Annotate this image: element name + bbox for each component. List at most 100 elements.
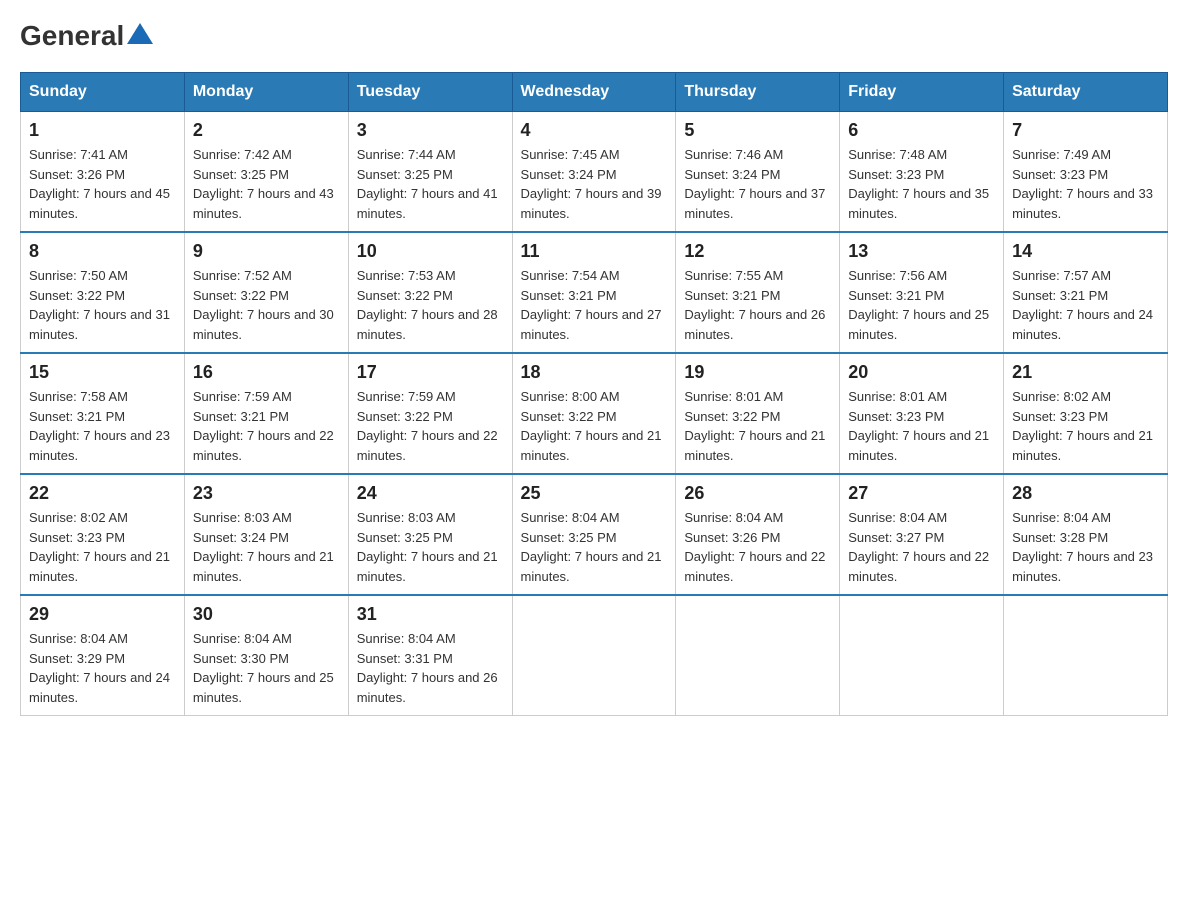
table-row: 8 Sunrise: 7:50 AMSunset: 3:22 PMDayligh… <box>21 232 185 353</box>
calendar-week-row: 29 Sunrise: 8:04 AMSunset: 3:29 PMDaylig… <box>21 595 1168 716</box>
header-thursday: Thursday <box>676 73 840 112</box>
header: General <box>20 20 1168 52</box>
day-info: Sunrise: 7:50 AMSunset: 3:22 PMDaylight:… <box>29 266 176 344</box>
table-row: 13 Sunrise: 7:56 AMSunset: 3:21 PMDaylig… <box>840 232 1004 353</box>
table-row: 1 Sunrise: 7:41 AMSunset: 3:26 PMDayligh… <box>21 112 185 233</box>
header-sunday: Sunday <box>21 73 185 112</box>
day-info: Sunrise: 7:59 AMSunset: 3:21 PMDaylight:… <box>193 387 340 465</box>
day-info: Sunrise: 7:53 AMSunset: 3:22 PMDaylight:… <box>357 266 504 344</box>
day-number: 21 <box>1012 362 1159 383</box>
day-number: 2 <box>193 120 340 141</box>
day-number: 30 <box>193 604 340 625</box>
table-row: 19 Sunrise: 8:01 AMSunset: 3:22 PMDaylig… <box>676 353 840 474</box>
table-row: 6 Sunrise: 7:48 AMSunset: 3:23 PMDayligh… <box>840 112 1004 233</box>
logo-triangle-icon <box>127 23 153 44</box>
day-number: 3 <box>357 120 504 141</box>
table-row: 3 Sunrise: 7:44 AMSunset: 3:25 PMDayligh… <box>348 112 512 233</box>
day-number: 6 <box>848 120 995 141</box>
day-number: 26 <box>684 483 831 504</box>
day-info: Sunrise: 7:48 AMSunset: 3:23 PMDaylight:… <box>848 145 995 223</box>
table-row: 29 Sunrise: 8:04 AMSunset: 3:29 PMDaylig… <box>21 595 185 716</box>
day-info: Sunrise: 8:01 AMSunset: 3:23 PMDaylight:… <box>848 387 995 465</box>
day-info: Sunrise: 7:54 AMSunset: 3:21 PMDaylight:… <box>521 266 668 344</box>
day-number: 29 <box>29 604 176 625</box>
day-number: 19 <box>684 362 831 383</box>
table-row: 12 Sunrise: 7:55 AMSunset: 3:21 PMDaylig… <box>676 232 840 353</box>
day-info: Sunrise: 7:55 AMSunset: 3:21 PMDaylight:… <box>684 266 831 344</box>
calendar-week-row: 22 Sunrise: 8:02 AMSunset: 3:23 PMDaylig… <box>21 474 1168 595</box>
table-row: 9 Sunrise: 7:52 AMSunset: 3:22 PMDayligh… <box>184 232 348 353</box>
table-row: 7 Sunrise: 7:49 AMSunset: 3:23 PMDayligh… <box>1004 112 1168 233</box>
calendar-week-row: 8 Sunrise: 7:50 AMSunset: 3:22 PMDayligh… <box>21 232 1168 353</box>
day-number: 22 <box>29 483 176 504</box>
day-info: Sunrise: 8:00 AMSunset: 3:22 PMDaylight:… <box>521 387 668 465</box>
calendar-week-row: 1 Sunrise: 7:41 AMSunset: 3:26 PMDayligh… <box>21 112 1168 233</box>
day-info: Sunrise: 7:46 AMSunset: 3:24 PMDaylight:… <box>684 145 831 223</box>
day-number: 24 <box>357 483 504 504</box>
day-info: Sunrise: 8:04 AMSunset: 3:29 PMDaylight:… <box>29 629 176 707</box>
day-number: 15 <box>29 362 176 383</box>
day-number: 12 <box>684 241 831 262</box>
table-row: 2 Sunrise: 7:42 AMSunset: 3:25 PMDayligh… <box>184 112 348 233</box>
day-number: 18 <box>521 362 668 383</box>
day-info: Sunrise: 8:04 AMSunset: 3:27 PMDaylight:… <box>848 508 995 586</box>
table-row <box>512 595 676 716</box>
logo-general-text: General <box>20 20 124 52</box>
day-number: 23 <box>193 483 340 504</box>
day-number: 27 <box>848 483 995 504</box>
day-info: Sunrise: 8:03 AMSunset: 3:25 PMDaylight:… <box>357 508 504 586</box>
table-row: 21 Sunrise: 8:02 AMSunset: 3:23 PMDaylig… <box>1004 353 1168 474</box>
day-info: Sunrise: 7:56 AMSunset: 3:21 PMDaylight:… <box>848 266 995 344</box>
table-row: 24 Sunrise: 8:03 AMSunset: 3:25 PMDaylig… <box>348 474 512 595</box>
table-row: 16 Sunrise: 7:59 AMSunset: 3:21 PMDaylig… <box>184 353 348 474</box>
table-row: 17 Sunrise: 7:59 AMSunset: 3:22 PMDaylig… <box>348 353 512 474</box>
day-number: 9 <box>193 241 340 262</box>
day-number: 17 <box>357 362 504 383</box>
header-monday: Monday <box>184 73 348 112</box>
day-info: Sunrise: 7:52 AMSunset: 3:22 PMDaylight:… <box>193 266 340 344</box>
day-number: 13 <box>848 241 995 262</box>
day-number: 8 <box>29 241 176 262</box>
day-info: Sunrise: 8:04 AMSunset: 3:28 PMDaylight:… <box>1012 508 1159 586</box>
table-row: 31 Sunrise: 8:04 AMSunset: 3:31 PMDaylig… <box>348 595 512 716</box>
logo: General <box>20 20 153 52</box>
table-row: 28 Sunrise: 8:04 AMSunset: 3:28 PMDaylig… <box>1004 474 1168 595</box>
table-row: 14 Sunrise: 7:57 AMSunset: 3:21 PMDaylig… <box>1004 232 1168 353</box>
table-row: 25 Sunrise: 8:04 AMSunset: 3:25 PMDaylig… <box>512 474 676 595</box>
table-row: 23 Sunrise: 8:03 AMSunset: 3:24 PMDaylig… <box>184 474 348 595</box>
table-row: 18 Sunrise: 8:00 AMSunset: 3:22 PMDaylig… <box>512 353 676 474</box>
day-number: 7 <box>1012 120 1159 141</box>
day-number: 10 <box>357 241 504 262</box>
day-info: Sunrise: 8:01 AMSunset: 3:22 PMDaylight:… <box>684 387 831 465</box>
day-info: Sunrise: 7:45 AMSunset: 3:24 PMDaylight:… <box>521 145 668 223</box>
table-row: 27 Sunrise: 8:04 AMSunset: 3:27 PMDaylig… <box>840 474 1004 595</box>
day-info: Sunrise: 7:59 AMSunset: 3:22 PMDaylight:… <box>357 387 504 465</box>
day-number: 28 <box>1012 483 1159 504</box>
day-info: Sunrise: 8:02 AMSunset: 3:23 PMDaylight:… <box>29 508 176 586</box>
day-number: 20 <box>848 362 995 383</box>
day-number: 31 <box>357 604 504 625</box>
table-row: 22 Sunrise: 8:02 AMSunset: 3:23 PMDaylig… <box>21 474 185 595</box>
table-row: 26 Sunrise: 8:04 AMSunset: 3:26 PMDaylig… <box>676 474 840 595</box>
day-info: Sunrise: 8:03 AMSunset: 3:24 PMDaylight:… <box>193 508 340 586</box>
table-row: 5 Sunrise: 7:46 AMSunset: 3:24 PMDayligh… <box>676 112 840 233</box>
table-row: 10 Sunrise: 7:53 AMSunset: 3:22 PMDaylig… <box>348 232 512 353</box>
table-row: 20 Sunrise: 8:01 AMSunset: 3:23 PMDaylig… <box>840 353 1004 474</box>
day-info: Sunrise: 7:49 AMSunset: 3:23 PMDaylight:… <box>1012 145 1159 223</box>
table-row <box>1004 595 1168 716</box>
day-info: Sunrise: 8:04 AMSunset: 3:30 PMDaylight:… <box>193 629 340 707</box>
day-info: Sunrise: 8:02 AMSunset: 3:23 PMDaylight:… <box>1012 387 1159 465</box>
day-number: 1 <box>29 120 176 141</box>
day-number: 25 <box>521 483 668 504</box>
day-number: 14 <box>1012 241 1159 262</box>
weekday-header-row: Sunday Monday Tuesday Wednesday Thursday… <box>21 73 1168 112</box>
table-row <box>676 595 840 716</box>
day-number: 5 <box>684 120 831 141</box>
table-row: 4 Sunrise: 7:45 AMSunset: 3:24 PMDayligh… <box>512 112 676 233</box>
header-wednesday: Wednesday <box>512 73 676 112</box>
day-number: 11 <box>521 241 668 262</box>
table-row: 11 Sunrise: 7:54 AMSunset: 3:21 PMDaylig… <box>512 232 676 353</box>
day-info: Sunrise: 8:04 AMSunset: 3:31 PMDaylight:… <box>357 629 504 707</box>
day-info: Sunrise: 7:57 AMSunset: 3:21 PMDaylight:… <box>1012 266 1159 344</box>
day-info: Sunrise: 7:41 AMSunset: 3:26 PMDaylight:… <box>29 145 176 223</box>
